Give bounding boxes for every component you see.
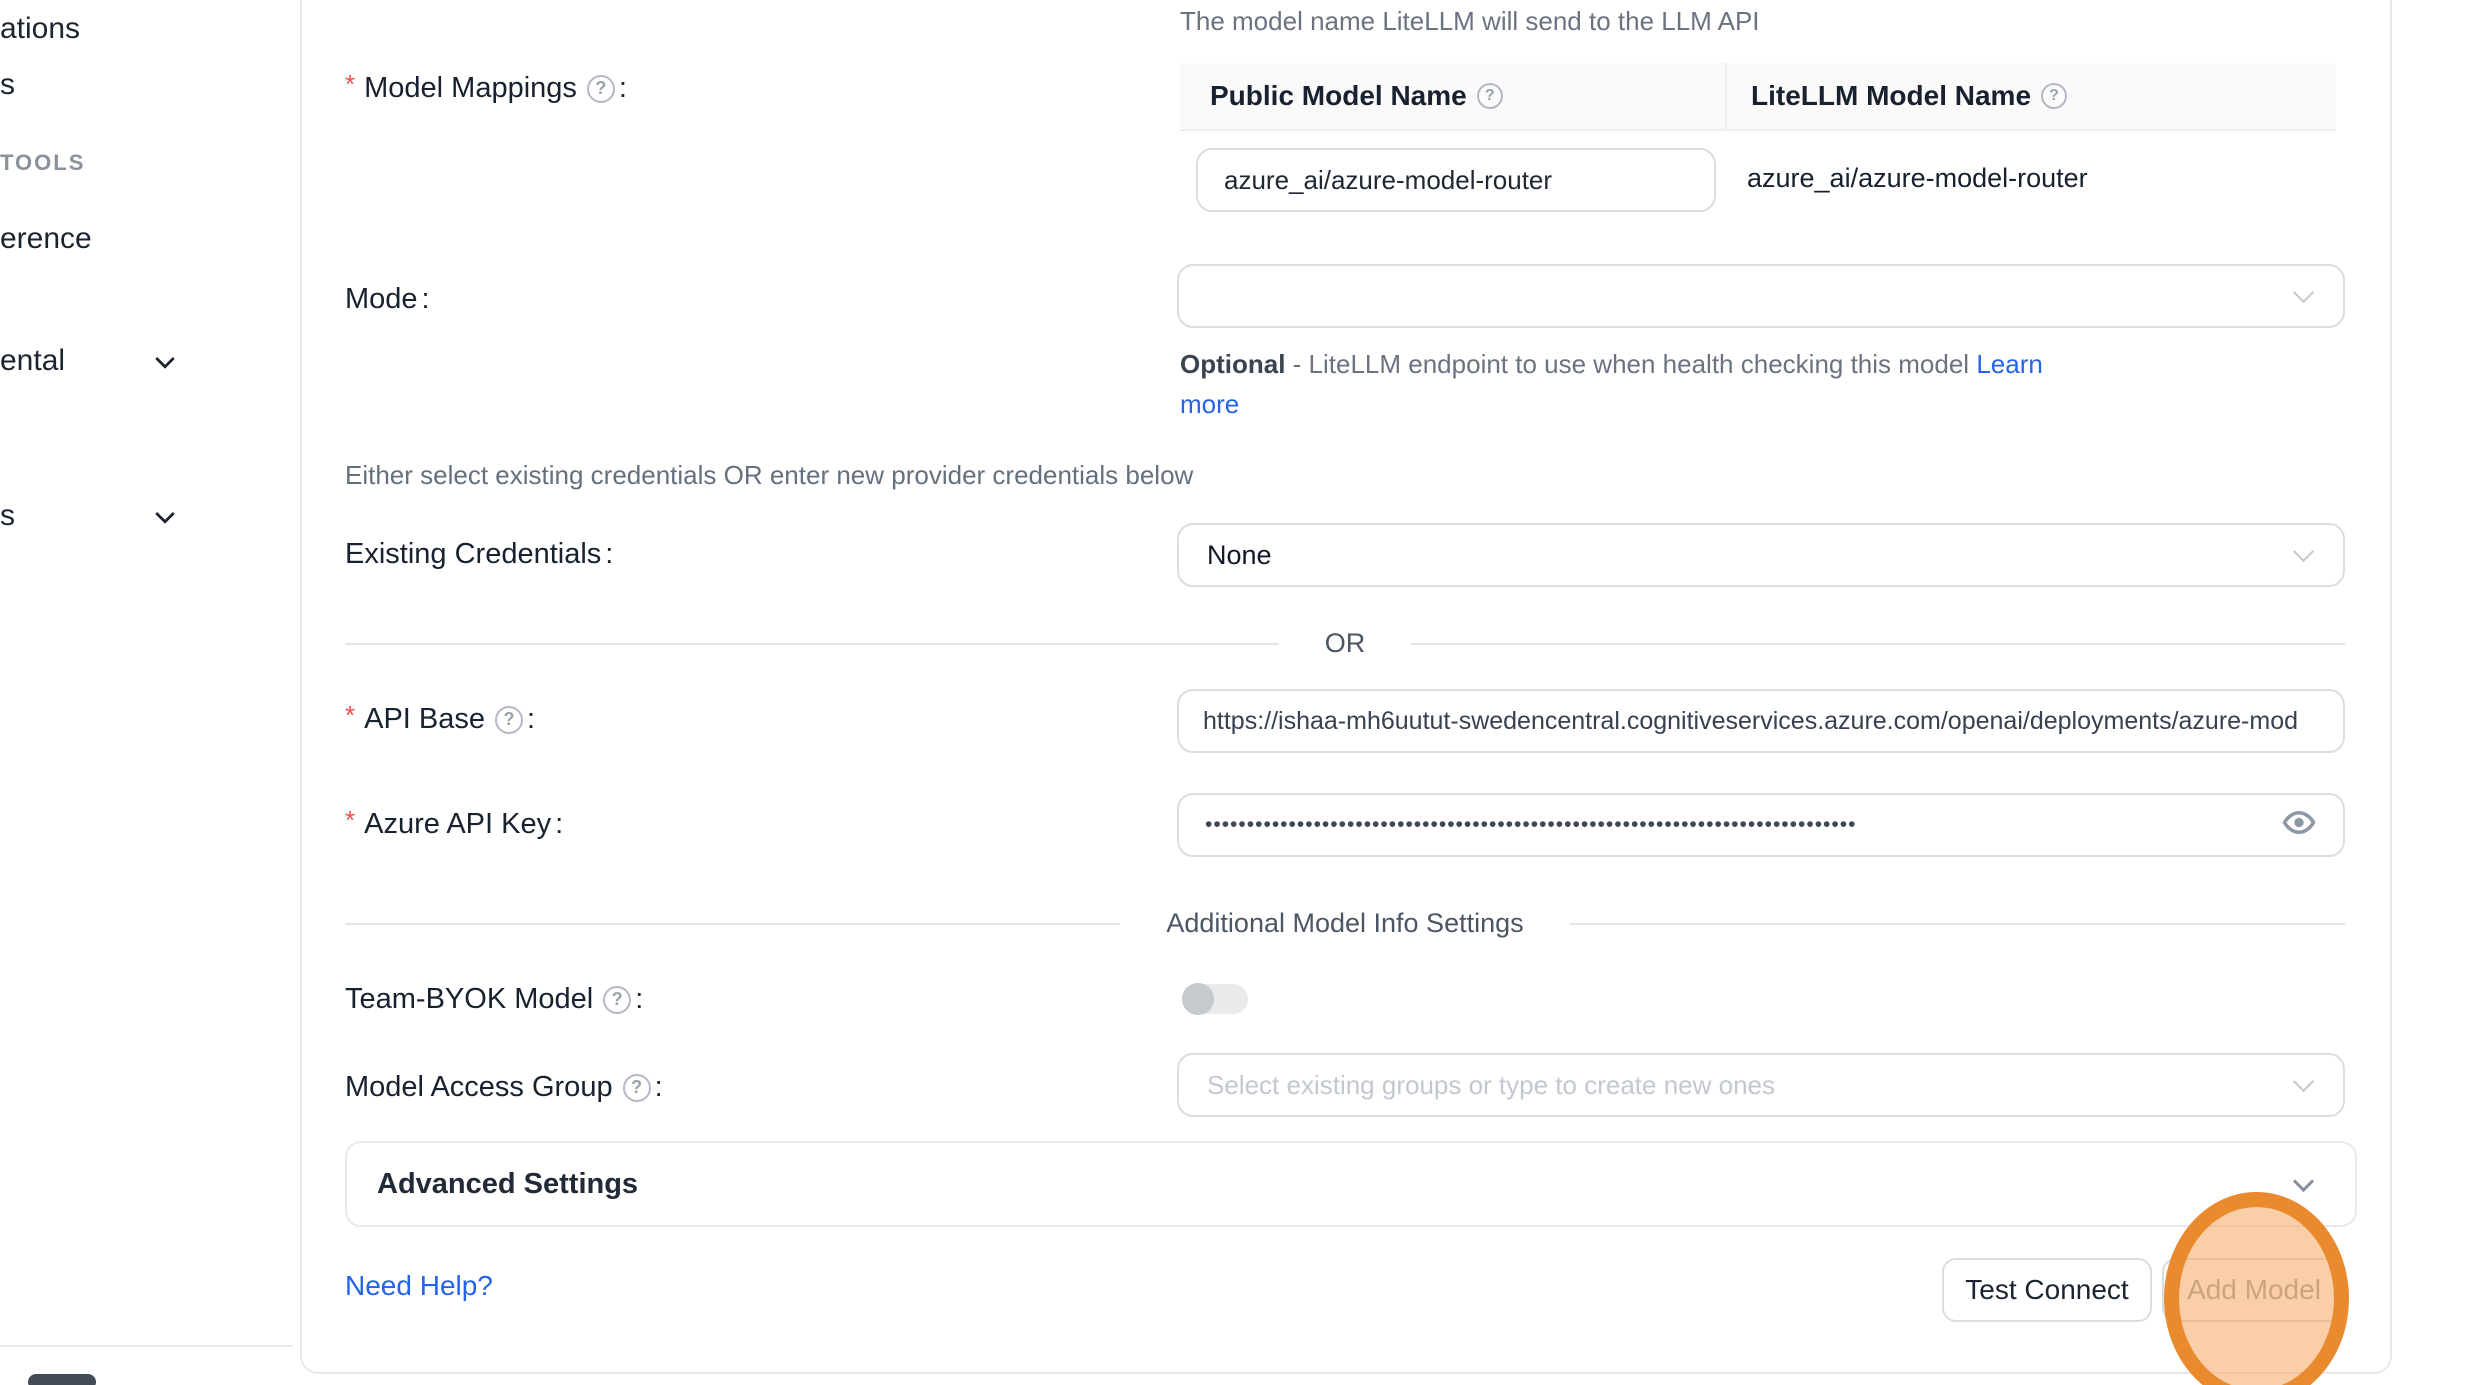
model-name-hint: The model name LiteLLM will send to the … <box>1180 6 1760 37</box>
help-icon[interactable]: ? <box>623 1074 651 1102</box>
sidebar-item-reference[interactable]: erence <box>0 222 92 256</box>
team-byok-toggle[interactable] <box>1182 984 1248 1014</box>
mode-select[interactable] <box>1177 264 2345 328</box>
required-mark: * <box>345 805 355 836</box>
col-litellm-model-name: LiteLLM Model Name ? <box>1727 80 2336 112</box>
info-settings-divider: Additional Model Info Settings <box>345 908 2345 939</box>
mode-label: Mode: <box>345 283 430 316</box>
eye-icon[interactable] <box>2281 805 2317 846</box>
azure-api-key-label: * Azure API Key : <box>345 808 563 841</box>
required-mark: * <box>345 69 355 100</box>
advanced-settings-panel[interactable]: Advanced Settings <box>345 1141 2357 1227</box>
col-public-model-name: Public Model Name ? <box>1180 63 1727 129</box>
chevron-down-icon[interactable] <box>155 504 175 524</box>
api-base-label: * API Base ? : <box>345 703 535 736</box>
sidebar-item-organizations[interactable]: ations <box>0 12 80 46</box>
masked-api-key: ••••••••••••••••••••••••••••••••••••••••… <box>1179 813 2239 837</box>
table-header-row: Public Model Name ? LiteLLM Model Name ? <box>1180 63 2336 131</box>
litellm-model-name-value: azure_ai/azure-model-router <box>1747 163 2088 194</box>
sidebar-item-experimental[interactable]: ental <box>0 344 65 378</box>
credentials-note: Either select existing credentials OR en… <box>345 460 1193 491</box>
sidebar-collapse-handle[interactable] <box>28 1374 96 1385</box>
add-model-page: ations s TOOLS erence ental s The model … <box>0 0 2477 1385</box>
model-access-group-select[interactable]: Select existing groups or type to create… <box>1177 1053 2345 1117</box>
model-mappings-table: Public Model Name ? LiteLLM Model Name ? <box>1180 63 2336 131</box>
required-mark: * <box>345 700 355 731</box>
chevron-down-icon <box>2293 1170 2314 1191</box>
toggle-knob <box>1182 983 1214 1015</box>
model-access-group-placeholder: Select existing groups or type to create… <box>1179 1070 1775 1101</box>
team-byok-label: Team-BYOK Model ? : <box>345 983 643 1016</box>
advanced-settings-label: Advanced Settings <box>377 1168 638 1201</box>
azure-api-key-input[interactable]: ••••••••••••••••••••••••••••••••••••••••… <box>1177 793 2345 857</box>
need-help-link[interactable]: Need Help? <box>345 1270 493 1302</box>
sidebar-item[interactable]: s <box>0 68 15 102</box>
chevron-down-icon <box>2293 541 2314 562</box>
help-icon[interactable]: ? <box>603 986 631 1014</box>
existing-credentials-value: None <box>1179 540 1272 571</box>
sidebar-section-tools: TOOLS <box>0 150 85 176</box>
model-mappings-label: * Model Mappings ? : <box>345 72 627 105</box>
model-access-group-label: Model Access Group ? : <box>345 1071 663 1104</box>
sidebar-item-settings[interactable]: s <box>0 499 15 533</box>
api-base-input[interactable]: https://ishaa-mh6uutut-swedencentral.cog… <box>1177 689 2345 753</box>
sidebar-divider <box>0 1345 293 1347</box>
existing-credentials-select[interactable]: None <box>1177 523 2345 587</box>
help-icon[interactable]: ? <box>587 75 615 103</box>
existing-credentials-label: Existing Credentials: <box>345 538 613 571</box>
chevron-down-icon <box>2293 282 2314 303</box>
mode-help-text: Optional - LiteLLM endpoint to use when … <box>1180 344 2080 424</box>
test-connect-button[interactable]: Test Connect <box>1942 1258 2152 1322</box>
api-base-value: https://ishaa-mh6uutut-swedencentral.cog… <box>1179 707 2299 736</box>
public-model-name-input[interactable]: azure_ai/azure-model-router <box>1196 148 1716 212</box>
help-icon[interactable]: ? <box>2041 83 2067 109</box>
or-divider: OR <box>345 628 2345 659</box>
help-icon[interactable]: ? <box>1477 83 1503 109</box>
chevron-down-icon[interactable] <box>155 349 175 369</box>
help-icon[interactable]: ? <box>495 706 523 734</box>
chevron-down-icon <box>2293 1071 2314 1092</box>
